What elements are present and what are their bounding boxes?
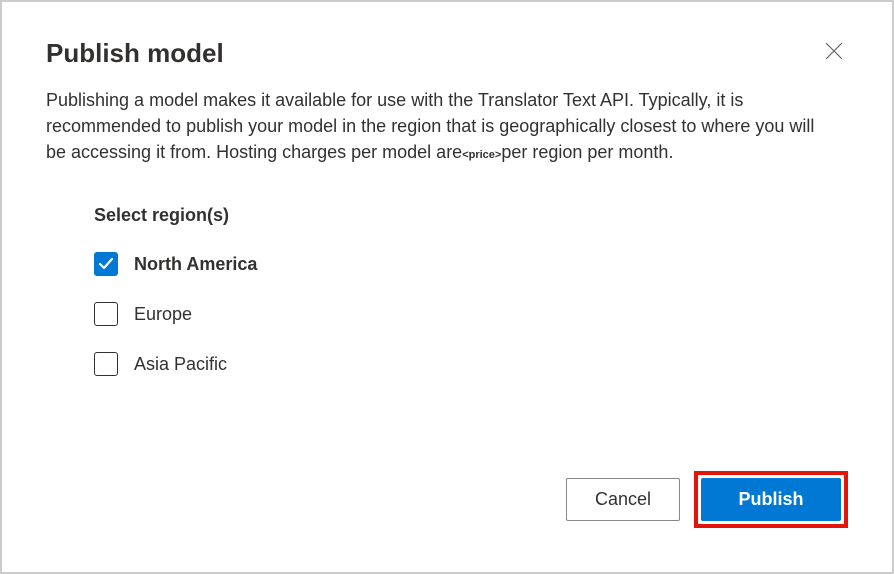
- region-item-asia-pacific[interactable]: Asia Pacific: [94, 352, 848, 376]
- description-post: per region per month.: [501, 142, 673, 162]
- publish-model-dialog: Publish model Publishing a model makes i…: [2, 2, 892, 572]
- checkbox-north-america[interactable]: [94, 252, 118, 276]
- region-item-north-america[interactable]: North America: [94, 252, 848, 276]
- region-item-europe[interactable]: Europe: [94, 302, 848, 326]
- close-button[interactable]: [824, 42, 844, 62]
- dialog-description: Publishing a model makes it available fo…: [46, 87, 816, 165]
- region-name: North America: [134, 254, 257, 275]
- region-list: North America Europe Asia Pacific: [94, 252, 848, 376]
- checkbox-europe[interactable]: [94, 302, 118, 326]
- publish-button[interactable]: Publish: [701, 478, 841, 521]
- dialog-title: Publish model: [46, 38, 848, 69]
- close-icon: [825, 48, 843, 63]
- price-placeholder: <price>: [462, 149, 501, 161]
- region-name: Europe: [134, 304, 192, 325]
- cancel-button[interactable]: Cancel: [566, 478, 680, 521]
- region-section: Select region(s) North America Europe: [94, 205, 848, 376]
- checkmark-icon: [98, 256, 114, 272]
- region-name: Asia Pacific: [134, 354, 227, 375]
- description-pre: Publishing a model makes it available fo…: [46, 90, 814, 162]
- checkbox-asia-pacific[interactable]: [94, 352, 118, 376]
- dialog-footer: Cancel Publish: [566, 471, 848, 528]
- region-label: Select region(s): [94, 205, 848, 226]
- publish-button-highlight: Publish: [694, 471, 848, 528]
